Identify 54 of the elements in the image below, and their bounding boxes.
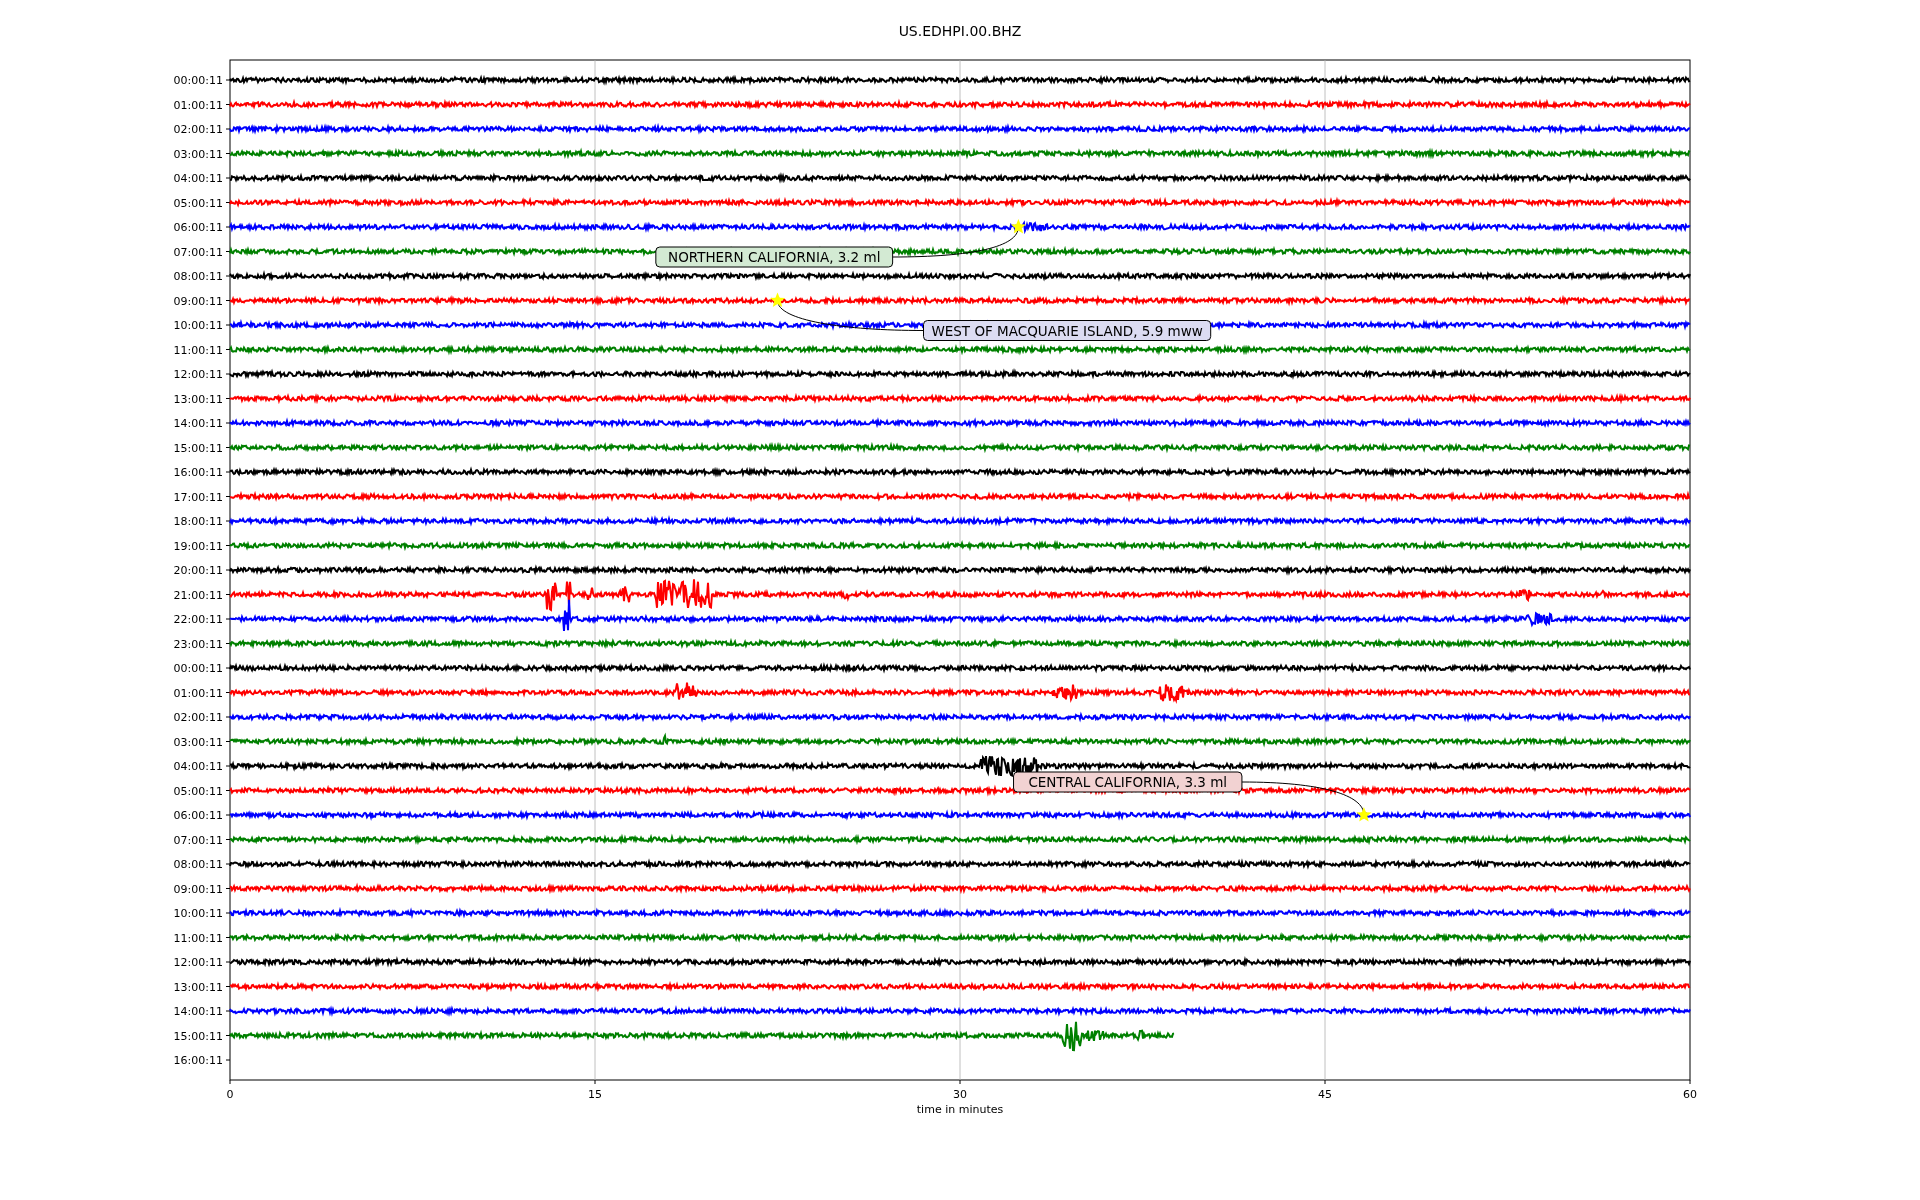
y-tick-label: 23:00:11 (173, 637, 223, 651)
y-tick-label: 12:00:11 (173, 368, 223, 381)
y-tick-label: 17:00:11 (173, 490, 223, 504)
y-tick-label: 20:00:11 (173, 564, 223, 577)
y-tick-label: 21:00:11 (173, 588, 223, 602)
x-axis-label: time in minutes (916, 1103, 1004, 1116)
y-tick-label: 07:00:11 (173, 833, 223, 847)
y-tick-label: 18:00:11 (173, 515, 223, 528)
y-tick-label: 03:00:11 (173, 147, 223, 161)
y-tick-label: 13:00:11 (173, 980, 223, 994)
y-tick-label: 12:00:11 (173, 956, 223, 969)
y-tick-label: 14:00:11 (173, 1005, 223, 1018)
star-icon (1010, 219, 1026, 234)
y-tick-label: 15:00:11 (173, 1029, 223, 1043)
y-tick-label: 16:00:11 (173, 1054, 223, 1067)
y-tick-label: 16:00:11 (173, 466, 223, 479)
x-tick-label: 0 (226, 1088, 234, 1101)
y-tick-label: 09:00:11 (173, 294, 223, 308)
x-tick-label: 60 (1683, 1088, 1697, 1101)
y-tick-label: 00:00:11 (173, 662, 223, 675)
x-tick-label: 45 (1318, 1088, 1332, 1101)
y-tick-label: 11:00:11 (173, 343, 223, 357)
plot-title: US.EDHPI.00.BHZ (898, 24, 1022, 38)
event-label: WEST OF MACQUARIE ISLAND, 5.9 mww (931, 322, 1203, 339)
y-tick-label: 01:00:11 (173, 98, 223, 112)
y-tick-label: 06:00:11 (173, 809, 223, 822)
y-tick-label: 11:00:11 (173, 931, 223, 945)
y-tick-label: 22:00:11 (173, 613, 223, 626)
y-tick-label: 14:00:11 (173, 417, 223, 430)
star-icon (769, 292, 786, 307)
event-label: NORTHERN CALIFORNIA, 3.2 ml (668, 249, 881, 265)
y-tick-label: 08:00:11 (173, 858, 223, 871)
y-tick-label: 09:00:11 (173, 882, 223, 896)
y-tick-label: 00:00:11 (173, 74, 223, 87)
y-tick-label: 13:00:11 (173, 392, 223, 406)
y-tick-label: 10:00:11 (173, 907, 223, 920)
y-tick-label: 01:00:11 (173, 686, 223, 700)
y-tick-label: 06:00:11 (173, 221, 223, 234)
y-tick-label: 15:00:11 (173, 441, 223, 455)
event-label: CENTRAL CALIFORNIA, 3.3 ml (1028, 774, 1228, 790)
y-tick-label: 19:00:11 (173, 539, 223, 553)
y-tick-label: 07:00:11 (173, 245, 223, 259)
y-tick-label: 05:00:11 (173, 784, 223, 798)
x-tick-label: 15 (588, 1088, 602, 1101)
y-tick-label: 03:00:11 (173, 735, 223, 749)
star-icon (1356, 807, 1372, 822)
y-tick-label: 02:00:11 (173, 123, 223, 136)
y-tick-label: 05:00:11 (173, 196, 223, 210)
x-tick-label: 30 (953, 1088, 967, 1101)
y-tick-label: 04:00:11 (173, 172, 223, 185)
y-tick-label: 10:00:11 (173, 319, 223, 332)
y-tick-label: 08:00:11 (173, 270, 223, 283)
y-tick-label: 04:00:11 (173, 760, 223, 773)
y-tick-label: 02:00:11 (173, 711, 223, 724)
